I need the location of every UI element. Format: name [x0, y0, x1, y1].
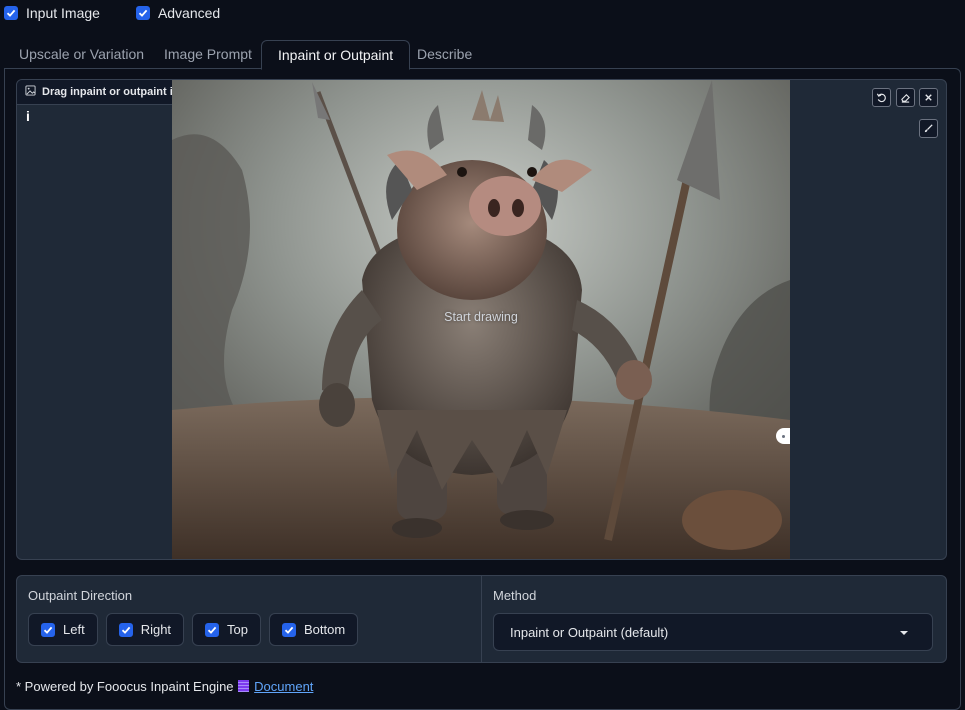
tab-bar: Upscale or Variation Image Prompt Inpain… [0, 40, 965, 70]
method-title: Method [493, 588, 537, 603]
checkbox-checked-icon[interactable] [205, 622, 220, 637]
method-select[interactable]: Inpaint or Outpaint (default) [493, 613, 933, 651]
method-selected-value: Inpaint or Outpaint (default) [510, 624, 669, 640]
engine-credit: * Powered by Fooocus Inpaint Engine Docu… [16, 679, 313, 694]
direction-right-label: Right [140, 622, 172, 637]
checkbox-checked-icon[interactable] [41, 622, 55, 637]
document-icon [237, 680, 249, 692]
close-icon[interactable] [919, 88, 938, 107]
advanced-label: Advanced [157, 5, 221, 21]
direction-bottom-checkbox[interactable]: Bottom [269, 613, 359, 646]
direction-top-checkbox[interactable]: Top [192, 613, 262, 646]
input-image-label: Input Image [26, 5, 100, 21]
inpaint-options: Outpaint Direction Left Right Top Bottom… [16, 575, 947, 663]
chevron-down-icon[interactable] [900, 631, 908, 635]
engine-credit-text: * Powered by Fooocus Inpaint Engine [16, 679, 234, 694]
tab-image-prompt[interactable]: Image Prompt [148, 40, 268, 68]
advanced-checkbox[interactable]: Advanced [135, 5, 221, 21]
direction-left-label: Left [63, 622, 85, 637]
inpaint-canvas[interactable]: Drag inpaint or outpaint image to here i [16, 79, 947, 560]
checkbox-checked-icon[interactable] [135, 6, 150, 20]
tab-inpaint-or-outpaint[interactable]: Inpaint or Outpaint [261, 40, 411, 70]
outpaint-direction-options: Left Right Top Bottom [28, 613, 359, 646]
tab-upscale-or-variation[interactable]: Upscale or Variation [3, 40, 160, 68]
document-link[interactable]: Document [254, 679, 313, 694]
image-icon [25, 85, 36, 99]
compare-slider-handle[interactable] [776, 428, 790, 444]
input-image-checkbox[interactable]: Input Image [4, 5, 100, 21]
tab-describe[interactable]: Describe [401, 40, 488, 68]
checkbox-checked-icon[interactable] [4, 6, 18, 20]
checkbox-checked-icon[interactable] [282, 622, 297, 637]
method-group: Method Inpaint or Outpaint (default) [482, 576, 946, 662]
eraser-icon[interactable] [896, 88, 915, 107]
start-drawing-hint: Start drawing [444, 310, 518, 324]
checkbox-checked-icon[interactable] [118, 622, 133, 637]
info-icon[interactable]: i [26, 108, 30, 124]
direction-left-checkbox[interactable]: Left [28, 613, 98, 646]
brush-icon[interactable] [919, 119, 938, 138]
direction-top-label: Top [227, 622, 249, 637]
outpaint-direction-group: Outpaint Direction Left Right Top Bottom [17, 576, 482, 662]
direction-bottom-label: Bottom [304, 622, 346, 637]
uploaded-image[interactable]: Start drawing [172, 80, 790, 559]
direction-right-checkbox[interactable]: Right [105, 613, 185, 646]
outpaint-direction-title: Outpaint Direction [28, 588, 133, 603]
undo-icon[interactable] [872, 88, 891, 107]
top-options: Input Image Advanced [4, 5, 220, 21]
